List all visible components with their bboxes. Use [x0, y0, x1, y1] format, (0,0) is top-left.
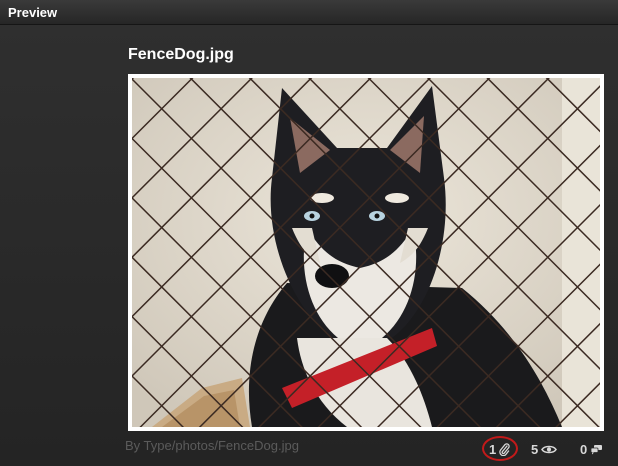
- highlight-ring: [482, 436, 518, 461]
- speech-bubble-icon: [590, 444, 603, 454]
- dog-photo: [132, 78, 600, 427]
- views-count-value: 5: [531, 441, 539, 457]
- image-preview[interactable]: [128, 74, 604, 431]
- comments-count-value: 0: [580, 441, 588, 457]
- views-count[interactable]: 5: [531, 440, 558, 458]
- preview-title-bar: Preview: [0, 0, 618, 25]
- file-name: FenceDog.jpg: [128, 46, 234, 63]
- panel-title: Preview: [8, 5, 58, 20]
- eye-icon: [541, 445, 558, 453]
- file-path: By Type/photos/FenceDog.jpg: [125, 438, 299, 453]
- comments-count[interactable]: 0: [580, 440, 603, 458]
